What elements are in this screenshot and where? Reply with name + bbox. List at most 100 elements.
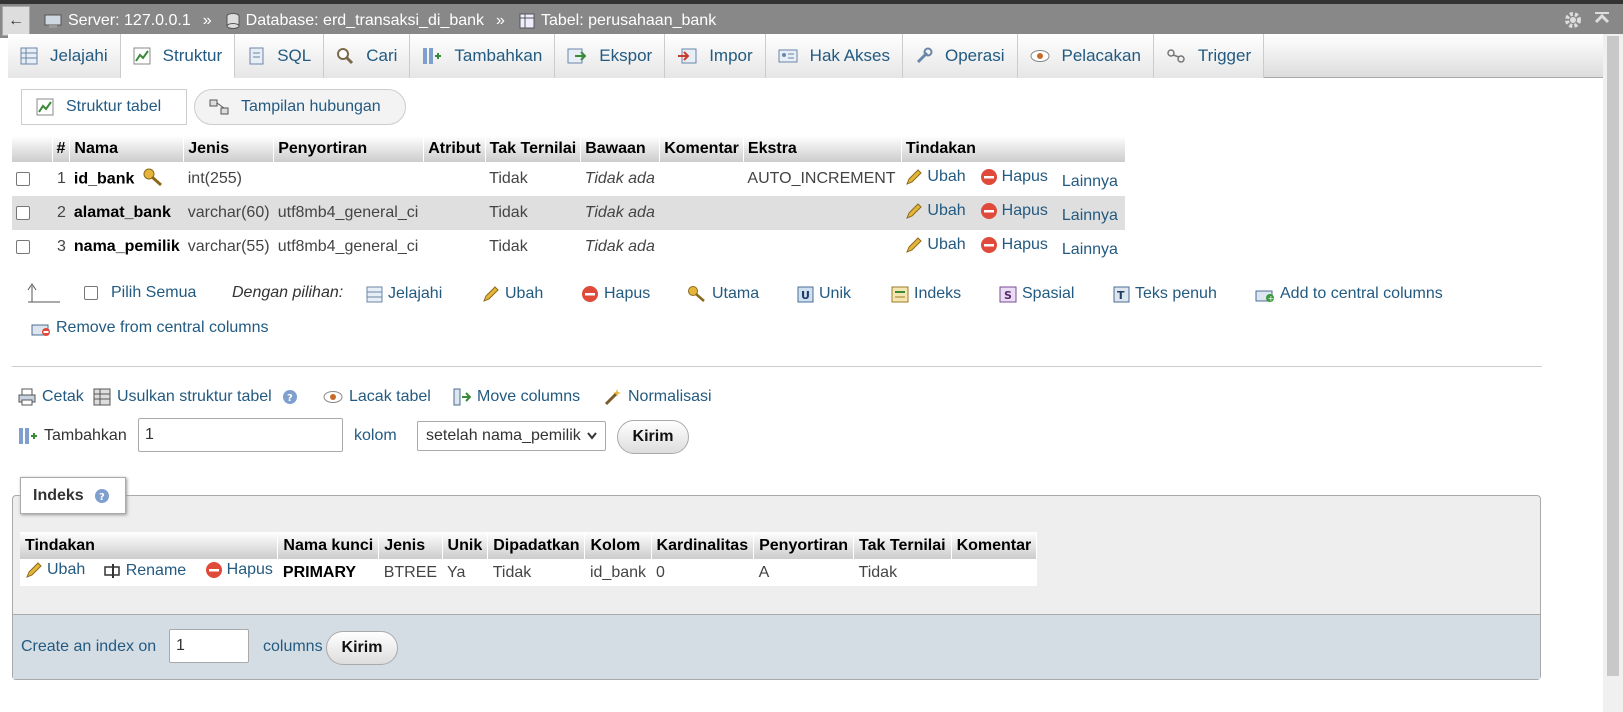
tab-trigger[interactable]: Trigger — [1153, 34, 1265, 78]
breadcrumb-table[interactable]: Tabel: perusahaan_bank — [519, 12, 716, 30]
column-header[interactable]: Tak Ternilai — [485, 136, 582, 162]
breadcrumb-database[interactable]: Database: erd_transaksi_di_bank — [226, 12, 484, 30]
tab-sql[interactable]: SQL — [235, 34, 325, 78]
propose-structure-link[interactable]: Usulkan struktur tabel ? — [93, 388, 304, 406]
normalize-link[interactable]: Normalisasi — [604, 388, 712, 406]
tab-struktur[interactable]: Struktur — [120, 34, 236, 78]
edit-label: Ubah — [927, 235, 966, 253]
bulk-edit-button[interactable]: Ubah — [482, 285, 543, 303]
row-checkbox[interactable] — [16, 239, 30, 254]
help-icon[interactable]: ? — [94, 488, 110, 504]
column-header[interactable]: Komentar — [659, 136, 744, 162]
row-number: 1 — [52, 162, 70, 196]
check-all-label[interactable]: Pilih Semua — [111, 284, 196, 302]
add-column-position-select[interactable]: setelah nama_pemilik — [417, 421, 606, 451]
row-select[interactable] — [12, 230, 52, 264]
column-header[interactable]: Penyortiran — [273, 136, 425, 162]
add-column-count-input[interactable] — [138, 418, 343, 452]
index-null: Tidak — [853, 559, 952, 586]
tab-jelajahi[interactable]: Jelajahi — [8, 34, 121, 78]
bulk-drop-button[interactable]: Hapus — [581, 285, 650, 303]
check-all-checkbox[interactable] — [84, 286, 98, 300]
tab-operasi[interactable]: Operasi — [902, 34, 1018, 78]
index-cardinality: 0 — [651, 559, 754, 586]
drop-column-button[interactable]: Hapus — [980, 202, 1048, 220]
column-header[interactable]: Atribut — [423, 136, 486, 162]
print-link[interactable]: Cetak — [18, 388, 84, 406]
column-header[interactable]: Bawaan — [580, 136, 661, 162]
row-checkbox[interactable] — [16, 205, 30, 220]
column-name-cell: id_bank — [69, 162, 184, 196]
index-edit-button[interactable]: Ubah — [25, 561, 85, 579]
bulk-primary-button[interactable]: Utama — [687, 285, 759, 303]
bulk-add-central-button[interactable]: + Add to central columns — [1255, 285, 1443, 303]
bulk-spatial-button[interactable]: S Spasial — [999, 285, 1074, 303]
row-select[interactable] — [12, 162, 52, 196]
indexes-legend[interactable]: Indeks ? — [20, 477, 126, 514]
index-comment — [951, 559, 1037, 586]
track-table-link[interactable]: Lacak tabel — [323, 388, 431, 406]
bulk-browse-button[interactable]: Jelajahi — [366, 285, 442, 303]
edit-column-button[interactable]: Ubah — [905, 235, 966, 254]
more-actions-button[interactable]: Lainnya — [1062, 241, 1118, 259]
pencil-icon — [905, 202, 923, 220]
drop-icon — [205, 561, 223, 579]
key-icon — [687, 285, 707, 303]
row-actions: Ubah Hapus Lainnya — [901, 196, 1126, 230]
tab-label: Cari — [366, 46, 398, 65]
index-column-header: Penyortiran — [753, 532, 855, 559]
subtab-table-structure[interactable]: Struktur tabel — [21, 89, 187, 125]
column-attribute — [423, 230, 486, 264]
create-index-count-input[interactable] — [169, 629, 249, 663]
column-header[interactable]: Ekstra — [743, 136, 902, 162]
bulk-unique-button[interactable]: U Unik — [797, 285, 851, 303]
scrollbar-thumb[interactable] — [1607, 36, 1619, 676]
index-rename-button[interactable]: Rename — [103, 562, 186, 580]
back-arrow-button[interactable]: ← — [2, 6, 30, 36]
subtab-relation-view[interactable]: Tampilan hubungan — [194, 89, 406, 125]
index-drop-button[interactable]: Hapus — [205, 561, 273, 579]
bulk-drop-label: Hapus — [604, 285, 651, 302]
pencil-icon — [905, 168, 923, 186]
column-default: Tidak ada — [580, 230, 660, 264]
breadcrumb-separator: » — [496, 12, 505, 29]
drop-label: Hapus — [1001, 201, 1048, 219]
column-comment — [659, 196, 744, 230]
create-index-label: Create an index on — [21, 638, 157, 655]
magic-wand-icon — [604, 388, 622, 406]
tab-cari[interactable]: Cari — [324, 34, 411, 78]
move-columns-link[interactable]: Move columns — [453, 388, 580, 406]
tab-ekspor[interactable]: Ekspor — [555, 34, 666, 78]
bulk-remove-central-button[interactable]: Remove from central columns — [31, 319, 269, 337]
tab-pelacakan[interactable]: Pelacakan — [1017, 34, 1154, 78]
vertical-scrollbar[interactable] — [1603, 34, 1623, 712]
drop-column-button[interactable]: Hapus — [980, 168, 1048, 186]
create-index-submit-button[interactable]: Kirim — [326, 631, 398, 665]
breadcrumb-server[interactable]: Server: 127.0.0.1 — [44, 12, 191, 30]
help-icon[interactable]: ? — [282, 389, 298, 405]
edit-column-button[interactable]: Ubah — [905, 168, 966, 186]
row-select[interactable] — [12, 196, 52, 230]
gear-icon[interactable] — [1563, 10, 1583, 35]
column-collation: utf8mb4_general_ci — [273, 196, 424, 230]
column-header[interactable]: Nama — [69, 136, 185, 162]
row-checkbox[interactable] — [16, 171, 30, 186]
move-columns-label: Move columns — [477, 388, 581, 405]
tab-impor[interactable]: Impor — [665, 34, 766, 78]
more-actions-button[interactable]: Lainnya — [1062, 173, 1118, 191]
drop-column-button[interactable]: Hapus — [980, 236, 1048, 254]
more-actions-button[interactable]: Lainnya — [1062, 207, 1118, 225]
svg-text:U: U — [801, 289, 810, 302]
bulk-index-button[interactable]: Indeks — [891, 285, 961, 303]
index-icon — [891, 286, 909, 303]
column-default: Tidak ada — [580, 196, 660, 230]
check-all[interactable]: Pilih Semua — [84, 284, 196, 302]
tab-hak-akses[interactable]: Hak Akses — [765, 34, 903, 78]
edit-column-button[interactable]: Ubah — [905, 202, 966, 220]
tab-tambahkan[interactable]: Tambahkan — [410, 34, 556, 78]
add-column-submit-button[interactable]: Kirim — [617, 420, 689, 454]
collapse-icon[interactable] — [1593, 10, 1611, 35]
bulk-fulltext-button[interactable]: T Teks penuh — [1113, 285, 1217, 303]
index-column: id_bank — [584, 559, 652, 586]
column-header[interactable]: Jenis — [183, 136, 275, 162]
